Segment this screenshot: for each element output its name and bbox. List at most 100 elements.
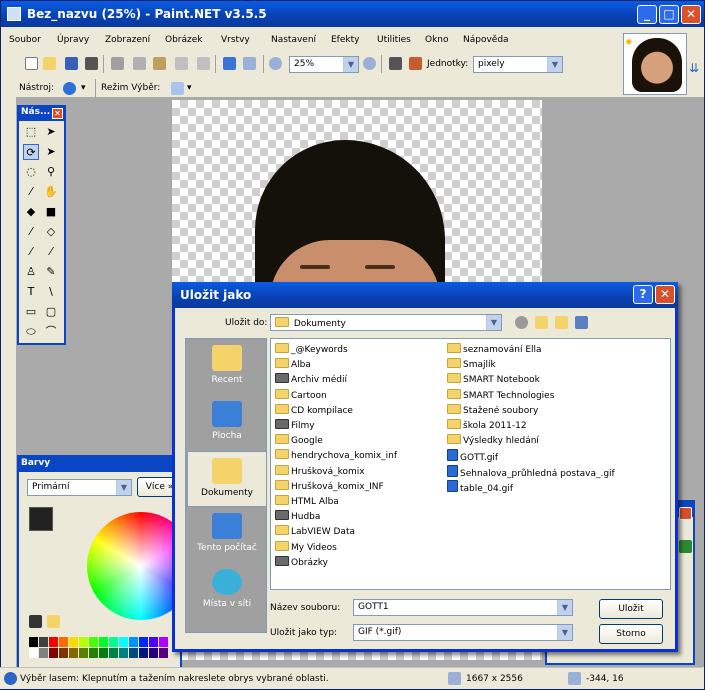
save-icon[interactable]: [65, 57, 78, 70]
rectangle-icon[interactable]: ▭: [23, 304, 39, 320]
maximize-button[interactable]: □: [659, 5, 679, 24]
menu-upravy[interactable]: Úpravy: [57, 35, 89, 45]
menu-zobrazeni[interactable]: Zobrazení: [105, 35, 150, 45]
print-icon[interactable]: [85, 57, 98, 70]
primary-color-swatch[interactable]: [29, 507, 53, 531]
file-item[interactable]: seznamování Ella: [447, 343, 542, 358]
file-item[interactable]: Sehnalova_průhledná postava_.gif: [447, 464, 615, 480]
file-item[interactable]: Hrušková_komix: [275, 464, 365, 480]
menu-utilities[interactable]: Utilities: [377, 35, 411, 45]
lasso-select-icon[interactable]: ⟳: [23, 144, 39, 160]
back-icon[interactable]: [515, 316, 528, 329]
file-list[interactable]: _@Keywords Alba Archiv médií Cartoon CD komp…: [270, 338, 671, 590]
deselect-icon[interactable]: [197, 57, 210, 70]
file-item[interactable]: table_04.gif: [447, 479, 513, 495]
file-item[interactable]: Hudba: [275, 510, 320, 525]
save-in-combo[interactable]: Dokumenty ▼: [270, 314, 502, 331]
pencil-icon[interactable]: ⁄: [23, 244, 39, 260]
copy-icon[interactable]: [133, 57, 146, 70]
menu-soubor[interactable]: Soubor: [9, 35, 41, 45]
save-button[interactable]: Uložit: [599, 599, 663, 619]
color-swatches[interactable]: [29, 637, 179, 661]
magic-wand-icon[interactable]: ⁄: [23, 184, 39, 200]
gradient-icon[interactable]: ■: [43, 204, 59, 220]
rectangle-select-icon[interactable]: ⬚: [23, 124, 39, 140]
filename-input[interactable]: GOTT1 ▼: [353, 599, 573, 616]
primary-secondary-combo[interactable]: Primární ▼: [27, 479, 132, 496]
menu-obrazek[interactable]: Obrázek: [165, 35, 203, 45]
file-item[interactable]: Stažené soubory: [447, 403, 538, 419]
menu-okno[interactable]: Okno: [425, 35, 449, 45]
file-item[interactable]: Filmy: [275, 419, 315, 434]
file-item[interactable]: Smajlík: [447, 358, 496, 373]
paint-bucket-icon[interactable]: ◆: [23, 204, 39, 220]
file-item[interactable]: škola 2011-12: [447, 419, 527, 434]
file-item[interactable]: Cartoon: [275, 388, 327, 404]
cancel-button[interactable]: Storno: [599, 624, 663, 644]
filetype-select[interactable]: GIF (*.gif) ▼: [353, 624, 573, 641]
lasso-tool-icon[interactable]: [63, 82, 76, 95]
menu-napoveda[interactable]: Nápověda: [463, 35, 509, 45]
zoom-out-icon[interactable]: [269, 57, 282, 70]
place-computer[interactable]: Tento počítač: [187, 507, 267, 563]
views-menu-icon[interactable]: [575, 316, 588, 329]
file-item[interactable]: hendrychova_komix_inf: [275, 449, 397, 464]
place-network[interactable]: Místa v síti: [187, 563, 267, 619]
zoom-icon[interactable]: ⚲: [43, 164, 59, 180]
file-item[interactable]: Obrázky: [275, 555, 328, 571]
help-button[interactable]: ?: [633, 285, 653, 304]
new-icon[interactable]: [25, 57, 38, 70]
paintbrush-icon[interactable]: ⁄: [23, 224, 39, 240]
file-item[interactable]: Výsledky hledání: [447, 434, 539, 449]
menu-vrstvy[interactable]: Vrstvy: [221, 35, 250, 45]
close-icon[interactable]: [679, 507, 692, 520]
close-icon[interactable]: ✕: [52, 108, 63, 119]
recolor-icon[interactable]: ✎: [43, 264, 59, 280]
file-item[interactable]: _@Keywords: [275, 343, 348, 358]
line-curve-icon[interactable]: \: [43, 284, 59, 300]
minimize-button[interactable]: _: [637, 5, 657, 24]
rounded-rectangle-icon[interactable]: ▢: [43, 304, 59, 320]
close-button[interactable]: ✕: [681, 5, 701, 24]
zoom-combo[interactable]: 25% ▼: [289, 56, 359, 73]
chevron-down-icon[interactable]: ▾: [81, 83, 86, 93]
grid-icon[interactable]: [389, 57, 402, 70]
undo-icon[interactable]: [223, 57, 236, 70]
chevron-down-icon[interactable]: ▾: [187, 83, 192, 93]
file-item[interactable]: Alba: [275, 358, 311, 373]
up-folder-icon[interactable]: [535, 316, 548, 329]
eraser-icon[interactable]: ◇: [43, 224, 59, 240]
file-item[interactable]: SMART Technologies: [447, 388, 554, 404]
image-thumbnail[interactable]: ✸: [623, 33, 687, 95]
chevron-down-icon[interactable]: ▼: [343, 57, 358, 72]
file-item[interactable]: Hrušková_komix_INF: [275, 479, 384, 495]
text-icon[interactable]: T: [23, 284, 39, 300]
clone-stamp-icon[interactable]: ♙: [23, 264, 39, 280]
open-palette-icon[interactable]: [47, 615, 60, 628]
file-item[interactable]: Google: [275, 434, 323, 449]
units-combo[interactable]: pixely ▼: [473, 56, 563, 73]
paste-icon[interactable]: [153, 57, 166, 70]
file-item[interactable]: My Videos: [275, 540, 337, 556]
file-item[interactable]: HTML Alba: [275, 495, 339, 510]
color-picker-icon[interactable]: ⁄: [43, 244, 59, 260]
selection-mode-icon[interactable]: [171, 82, 184, 95]
chevron-down-icon[interactable]: ▼: [557, 625, 572, 640]
file-item[interactable]: Archiv médií: [275, 373, 347, 388]
file-item[interactable]: LabVIEW Data: [275, 525, 355, 540]
ellipse-select-icon[interactable]: ◌: [23, 164, 39, 180]
place-desktop[interactable]: Plocha: [187, 395, 267, 451]
file-item[interactable]: GOTT.gif: [447, 449, 498, 464]
file-item[interactable]: SMART Notebook: [447, 373, 540, 388]
redo-icon[interactable]: [243, 57, 256, 70]
open-icon[interactable]: [43, 57, 56, 70]
dialog-close-button[interactable]: ✕: [655, 285, 675, 304]
freeform-shape-icon[interactable]: ⌒: [43, 324, 59, 340]
zoom-in-icon[interactable]: [363, 57, 376, 70]
cut-icon[interactable]: [111, 57, 124, 70]
chevron-down-icon[interactable]: ▼: [116, 480, 131, 495]
place-recent[interactable]: Recent: [187, 339, 267, 395]
menu-nastaveni[interactable]: Nastavení: [271, 35, 316, 45]
move-selection-icon[interactable]: ➤: [43, 124, 59, 140]
checkbox-icon[interactable]: [679, 540, 692, 553]
